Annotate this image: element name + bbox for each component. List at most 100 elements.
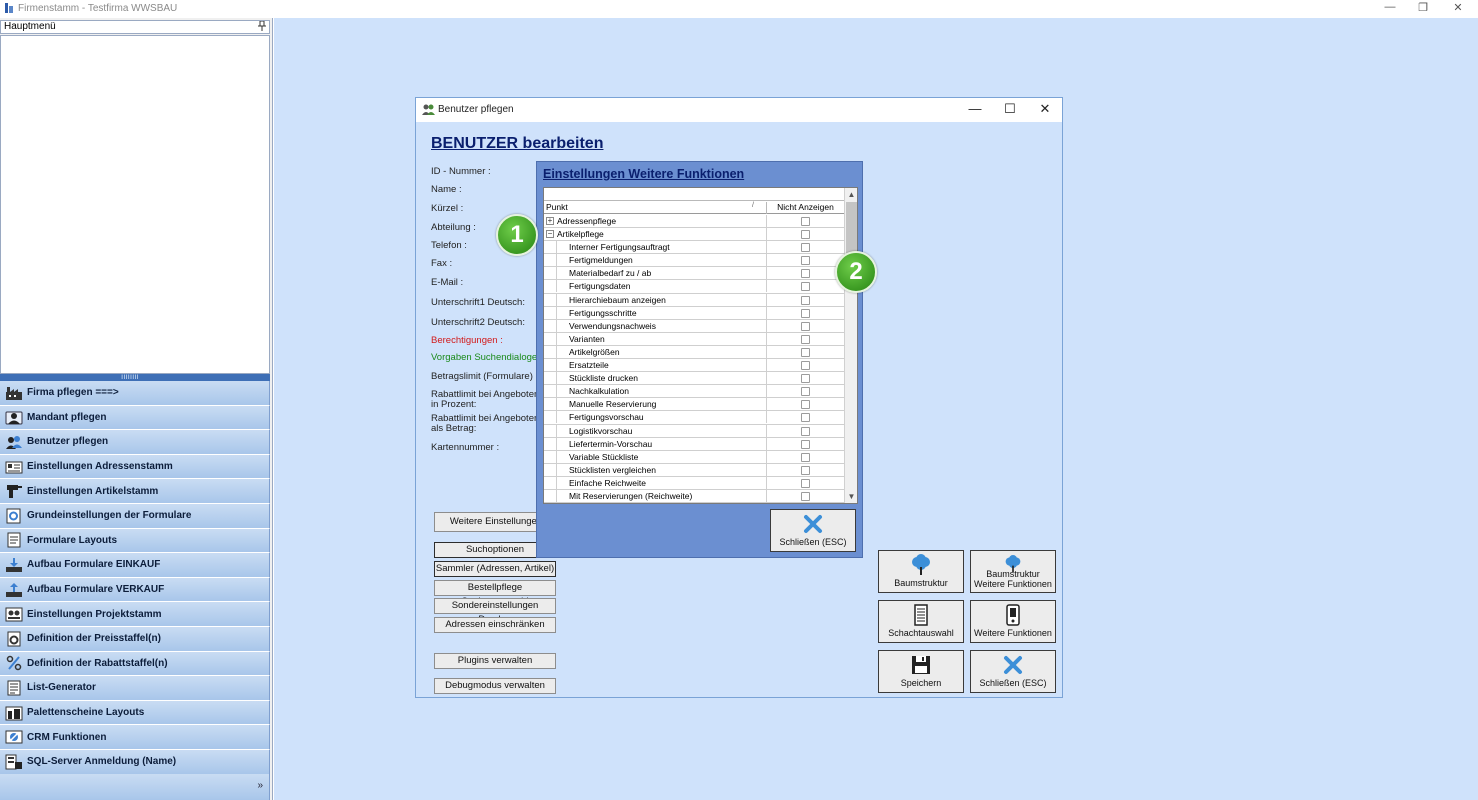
baumstruktur-button[interactable]: Baumstruktur — [878, 550, 964, 593]
collapse-icon[interactable]: − — [546, 230, 554, 239]
sort-indicator-icon: / — [752, 202, 754, 209]
nicht-anzeigen-checkbox[interactable] — [801, 452, 810, 462]
row-label: Einfache Reichweite — [544, 476, 766, 489]
nicht-anzeigen-checkbox[interactable] — [801, 478, 810, 488]
app-minimize-button[interactable]: — — [1380, 1, 1400, 13]
expand-icon[interactable]: + — [546, 217, 554, 225]
tree-row[interactable]: Stücklisten vergleichen — [544, 463, 844, 477]
schachtauswahl-label: Schachtauswahl — [888, 628, 954, 638]
app-close-button[interactable]: ✕ — [1448, 1, 1468, 14]
grid-rows: + Adressenpflege − Artikelpflege Interner … — [544, 215, 844, 503]
nicht-anzeigen-checkbox[interactable] — [801, 426, 810, 436]
panel-schliessen-button[interactable]: Schließen (ESC) — [770, 509, 856, 552]
tree-row[interactable]: Verwendungsnachweis — [544, 319, 844, 333]
adressen-einschraenken-button[interactable]: Adressen einschränken — [434, 617, 556, 633]
tree-row[interactable]: Fertigmeldungen — [544, 254, 844, 268]
nicht-anzeigen-checkbox[interactable] — [801, 465, 810, 475]
menu-item-definition-rabattstaffel[interactable]: Definition der Rabattstaffel(n) — [0, 651, 270, 677]
scroll-down-icon[interactable]: ▼ — [845, 490, 857, 503]
menu-item-list-generator[interactable]: List-Generator — [0, 676, 270, 701]
tree-row[interactable]: Fertigungsvorschau — [544, 411, 844, 425]
tree-row[interactable]: Liefertermin-Vorschau — [544, 437, 844, 451]
nicht-anzeigen-checkbox[interactable] — [801, 269, 810, 279]
menu-item-crm-funktionen[interactable]: CRM Funktionen — [0, 725, 270, 750]
menu-item-benutzer-pflegen[interactable]: Benutzer pflegen — [0, 430, 270, 455]
tree-row[interactable]: Manuelle Reservierung — [544, 398, 844, 412]
speichern-button[interactable]: Speichern — [878, 650, 964, 693]
app-restore-button[interactable]: ❐ — [1413, 1, 1433, 14]
menu-item-mandant-pflegen[interactable]: Mandant pflegen — [0, 405, 270, 431]
plugins-verwalten-button[interactable]: Plugins verwalten — [434, 653, 556, 669]
menu-item-definition-preisstaffel[interactable]: Definition der Preisstaffel(n) — [0, 626, 270, 652]
nicht-anzeigen-checkbox[interactable] — [801, 361, 810, 371]
nicht-anzeigen-checkbox[interactable] — [801, 295, 810, 305]
menu-item-einstellungen-adressenstamm[interactable]: Einstellungen Adressenstamm — [0, 454, 270, 480]
row-label: Fertigmeldungen — [544, 254, 766, 267]
nicht-anzeigen-checkbox[interactable] — [801, 321, 810, 331]
tree-row-adressenpflege[interactable]: + Adressenpflege — [544, 215, 844, 229]
nicht-anzeigen-checkbox[interactable] — [801, 374, 810, 384]
tree-row[interactable]: Materialbedarf zu / ab — [544, 267, 844, 281]
column-header-punkt[interactable]: Punkt — [546, 202, 568, 212]
menu-item-einstellungen-artikelstamm[interactable]: Einstellungen Artikelstamm — [0, 479, 270, 504]
nicht-anzeigen-checkbox[interactable] — [801, 439, 810, 449]
menu-item-grundeinstellungen-formulare[interactable]: Grundeinstellungen der Formulare — [0, 503, 270, 529]
nicht-anzeigen-checkbox[interactable] — [801, 282, 810, 292]
dialog-schliessen-button[interactable]: Schließen (ESC) — [970, 650, 1056, 693]
schachtauswahl-button[interactable]: Schachtauswahl — [878, 600, 964, 643]
menu-item-sql-server-anmeldung[interactable]: SQL-Server Anmeldung (Name) — [0, 749, 270, 775]
grid-scrollbar[interactable]: ▲ ▼ — [844, 188, 857, 503]
tree-row[interactable]: Stückliste drucken — [544, 372, 844, 386]
sammler-button[interactable]: Sammler (Adressen, Artikel) — [434, 561, 556, 577]
nicht-anzeigen-checkbox[interactable] — [801, 217, 810, 226]
tree-row[interactable]: Mit Reservierungen (Reichweite) — [544, 489, 844, 503]
dialog-minimize-button[interactable]: — — [966, 101, 984, 116]
phone-device-icon — [971, 604, 1055, 626]
tree-row[interactable]: Varianten — [544, 332, 844, 346]
chevron-right-icon[interactable]: » — [257, 780, 263, 791]
tree-row[interactable]: Hierarchiebaum anzeigen — [544, 293, 844, 307]
menu-item-aufbau-formulare-verkauf[interactable]: Aufbau Formulare VERKAUF — [0, 577, 270, 603]
tree-row[interactable]: Einfache Reichweite — [544, 476, 844, 490]
tree-row[interactable]: Nachkalkulation — [544, 385, 844, 399]
nicht-anzeigen-checkbox[interactable] — [801, 256, 810, 266]
nicht-anzeigen-checkbox[interactable] — [801, 230, 810, 240]
weitere-funktionen-button[interactable]: Weitere Funktionen — [970, 600, 1056, 643]
nicht-anzeigen-checkbox[interactable] — [801, 387, 810, 397]
nicht-anzeigen-checkbox[interactable] — [801, 334, 810, 344]
scroll-up-icon[interactable]: ▲ — [845, 188, 857, 201]
menu-item-formulare-layouts[interactable]: Formulare Layouts — [0, 528, 270, 554]
tree-row-artikelpflege[interactable]: − Artikelpflege — [544, 228, 844, 242]
tree-row[interactable]: Fertigungsdaten — [544, 280, 844, 294]
nicht-anzeigen-checkbox[interactable] — [801, 413, 810, 423]
dialog-close-button[interactable]: ✕ — [1036, 101, 1054, 117]
baumstruktur-weitere-funktionen-button[interactable]: Baumstruktur Weitere Funktionen — [970, 550, 1056, 593]
document-layout-icon — [4, 531, 24, 549]
bestellpflege-spaltenauswahl-button[interactable]: Bestellpflege Spaltenauswahl — [434, 580, 556, 607]
field-label-als-betrag: als Betrag: — [431, 423, 477, 434]
page-title: BENUTZER bearbeiten — [431, 135, 604, 152]
nicht-anzeigen-checkbox[interactable] — [801, 347, 810, 357]
debugmodus-verwalten-button[interactable]: Debugmodus verwalten — [434, 678, 556, 694]
tree-row[interactable]: Fertigungsschritte — [544, 306, 844, 320]
tree-row[interactable]: Logistikvorschau — [544, 424, 844, 438]
nicht-anzeigen-checkbox[interactable] — [801, 491, 810, 501]
menu-item-aufbau-formulare-einkauf[interactable]: Aufbau Formulare EINKAUF — [0, 553, 270, 578]
menu-item-firma-pflegen[interactable]: Firma pflegen ===> — [0, 381, 270, 406]
tree-row[interactable]: Ersatzteile — [544, 359, 844, 373]
nicht-anzeigen-checkbox[interactable] — [801, 400, 810, 410]
menu-item-palettenscheine-layouts[interactable]: Palettenscheine Layouts — [0, 700, 270, 726]
tree-row[interactable]: Interner Fertigungsauftragt — [544, 241, 844, 255]
tree-row[interactable]: Variable Stückliste — [544, 450, 844, 464]
menu-item-einstellungen-projektstamm[interactable]: Einstellungen Projektstamm — [0, 602, 270, 627]
column-header-nicht-anzeigen[interactable]: Nicht Anzeigen — [766, 202, 844, 214]
nicht-anzeigen-checkbox[interactable] — [801, 243, 810, 253]
callout-badge-1: 1 — [496, 214, 538, 256]
tree-row[interactable]: Artikelgrößen — [544, 345, 844, 360]
sondereinstellungen-drucker-button[interactable]: Sondereinstellungen Drucker — [434, 598, 556, 625]
menu-label: Mandant pflegen — [27, 411, 107, 423]
pin-icon[interactable] — [258, 20, 266, 34]
sidebar-splitter[interactable]: ıııııııı — [0, 373, 270, 381]
dialog-maximize-button[interactable]: ☐ — [1001, 101, 1019, 117]
nicht-anzeigen-checkbox[interactable] — [801, 308, 810, 318]
